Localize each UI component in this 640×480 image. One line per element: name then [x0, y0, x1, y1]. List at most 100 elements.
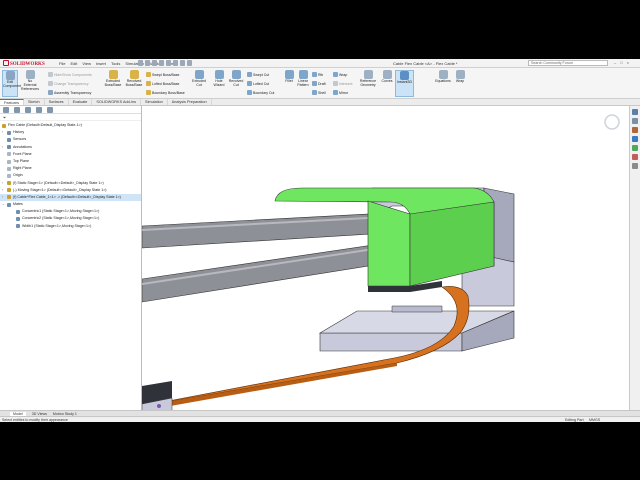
tab-simulation[interactable]: Simulation: [141, 99, 168, 105]
display-manager-icon[interactable]: [47, 107, 53, 113]
intersect-label: Intersect: [339, 82, 353, 86]
tree-item-flex-cable-part[interactable]: › (f) Cable^Flex Cable_1<1> -> (Default<<…: [0, 193, 141, 202]
appearances-icon[interactable]: [632, 145, 638, 151]
wrap-button[interactable]: Wrap: [333, 72, 347, 77]
options-icon[interactable]: [187, 60, 192, 66]
assembly-transparency-button[interactable]: Assembly Transparency: [48, 90, 91, 95]
menu-insert[interactable]: Insert: [96, 61, 106, 66]
tree-item-static-stage[interactable]: › (f) Static Stage<1> (Default<<Default>_…: [0, 180, 141, 187]
rib-button[interactable]: Rib: [312, 72, 323, 77]
menu-view[interactable]: View: [82, 61, 91, 66]
tree-item-front-plane[interactable]: Front Plane: [0, 151, 141, 158]
tree-item-moving-stage[interactable]: › (-) Moving Stage<1> (Default<<Default>_…: [0, 187, 141, 194]
file-explorer-icon[interactable]: [632, 127, 638, 133]
undo-icon[interactable]: [166, 60, 171, 66]
search-input[interactable]: Search Community Forum: [528, 60, 608, 66]
expand-icon[interactable]: ›: [2, 180, 3, 187]
expand-icon[interactable]: ›: [2, 129, 3, 136]
units-selector[interactable]: MMGS: [589, 418, 600, 422]
tab-evaluate[interactable]: Evaluate: [69, 99, 93, 105]
tab-surfaces[interactable]: Surfaces: [45, 99, 69, 105]
tree-item-annotations[interactable]: › Annotations: [0, 144, 141, 151]
hide-show-components-button[interactable]: Hide/Show Components: [48, 72, 92, 77]
draft-button[interactable]: Draft: [312, 81, 326, 86]
custom-properties-icon[interactable]: [632, 154, 638, 160]
view-palette-icon[interactable]: [632, 136, 638, 142]
property-manager-icon[interactable]: [14, 107, 20, 113]
view-cube-icon[interactable]: [604, 114, 620, 130]
design-library-icon[interactable]: [632, 118, 638, 124]
new-icon[interactable]: [138, 60, 143, 66]
brand-label: SOLIDWORKS: [10, 62, 45, 67]
dimxpert-icon[interactable]: [36, 107, 42, 113]
revolved-boss-button[interactable]: Revolved Boss/Base: [124, 70, 144, 88]
expand-icon[interactable]: ›: [2, 187, 3, 194]
graphics-viewport[interactable]: [142, 106, 629, 410]
rebuild-icon[interactable]: [180, 60, 185, 66]
feature-tree-icon[interactable]: [3, 107, 9, 113]
tree-item-sensors[interactable]: Sensors: [0, 136, 141, 143]
menu-tools[interactable]: Tools: [111, 61, 120, 66]
tree-item-origin[interactable]: Origin: [0, 172, 141, 179]
tab-motion-study[interactable]: Motion Study 1: [53, 412, 77, 416]
mirror-button[interactable]: Mirror: [333, 90, 348, 95]
boundary-boss-button[interactable]: Boundary Boss/Base: [146, 90, 185, 95]
tab-model[interactable]: Model: [10, 411, 26, 416]
save-icon[interactable]: [152, 60, 157, 66]
open-icon[interactable]: [145, 60, 150, 66]
model-view[interactable]: [142, 106, 629, 410]
expand-icon[interactable]: ›: [2, 194, 3, 201]
wrap-large-button[interactable]: Wrap: [453, 70, 467, 84]
boundary-cut-button[interactable]: Boundary Cut: [247, 90, 274, 95]
expand-icon[interactable]: ›: [2, 144, 3, 151]
no-external-references-button[interactable]: No External References: [21, 70, 39, 91]
restore-icon[interactable]: □: [620, 60, 622, 65]
tree-item-right-plane[interactable]: Right Plane: [0, 165, 141, 172]
tree-filter[interactable]: ⏷: [0, 114, 141, 121]
lofted-boss-button[interactable]: Lofted Boss/Base: [146, 81, 179, 86]
extruded-boss-button[interactable]: Extruded Boss/Base: [103, 70, 123, 88]
resources-icon[interactable]: [632, 109, 638, 115]
fillet-button[interactable]: Fillet: [283, 70, 295, 84]
tree-item-mates[interactable]: ⌄ Mates: [0, 201, 141, 208]
tree-item-flex-cable[interactable]: Flex Cable (Default<Default_Display Stat…: [0, 122, 141, 129]
minimize-icon[interactable]: –: [614, 60, 616, 65]
edit-component-button[interactable]: Edit Component: [2, 70, 21, 97]
moving-block-front[interactable]: [367, 200, 411, 287]
tab-analysis-preparation[interactable]: Analysis Preparation: [168, 99, 212, 105]
tab-features[interactable]: Features: [0, 99, 24, 105]
tree-item-width1[interactable]: Width1 (Static Stage<1>,Moving Stage<1>): [0, 223, 141, 230]
swept-cut-button[interactable]: Swept Cut: [247, 72, 269, 77]
menu-edit[interactable]: Edit: [70, 61, 77, 66]
linear-pattern-button[interactable]: Linear Pattern: [296, 70, 310, 88]
print-icon[interactable]: [159, 60, 164, 66]
stage-step[interactable]: [391, 305, 443, 313]
curves-button[interactable]: Curves: [380, 70, 394, 84]
tree-item-top-plane[interactable]: Top Plane: [0, 158, 141, 165]
tree-item-concentric2[interactable]: Concentric2 (Static Stage<1>,Moving Stag…: [0, 215, 141, 222]
select-icon[interactable]: [173, 60, 178, 66]
funnel-icon[interactable]: ⏷: [3, 115, 6, 120]
hole-wizard-button[interactable]: Hole Wizard: [210, 70, 228, 88]
configuration-manager-icon[interactable]: [25, 107, 31, 113]
tab-3d-views[interactable]: 3D Views: [32, 412, 47, 416]
forum-icon[interactable]: [632, 163, 638, 169]
lofted-cut-button[interactable]: Lofted Cut: [247, 81, 269, 86]
shell-button[interactable]: Shell: [312, 90, 326, 95]
collapse-icon[interactable]: ⌄: [2, 201, 5, 208]
close-icon[interactable]: ×: [627, 60, 629, 65]
extruded-cut-button[interactable]: Extruded Cut: [190, 70, 208, 88]
intersect-button[interactable]: Intersect: [333, 81, 352, 86]
reference-geometry-button[interactable]: Reference Geometry: [357, 70, 379, 88]
tab-sketch[interactable]: Sketch: [24, 99, 45, 105]
instant3d-button[interactable]: Instant3D: [395, 70, 414, 97]
menu-file[interactable]: File: [59, 61, 65, 66]
tree-item-history[interactable]: › History: [0, 129, 141, 136]
revolved-cut-button[interactable]: Revolved Cut: [228, 70, 244, 88]
solidworks-logo[interactable]: SOLIDWORKS: [3, 60, 45, 67]
change-transparency-button[interactable]: Change Transparency: [48, 81, 88, 86]
swept-boss-button[interactable]: Swept Boss/Base: [146, 72, 179, 77]
tab-addins[interactable]: SOLIDWORKS Add-Ins: [92, 99, 142, 105]
tree-item-concentric1[interactable]: Concentric1 (Static Stage<1>,Moving Stag…: [0, 208, 141, 215]
equations-button[interactable]: Equations: [434, 70, 452, 84]
